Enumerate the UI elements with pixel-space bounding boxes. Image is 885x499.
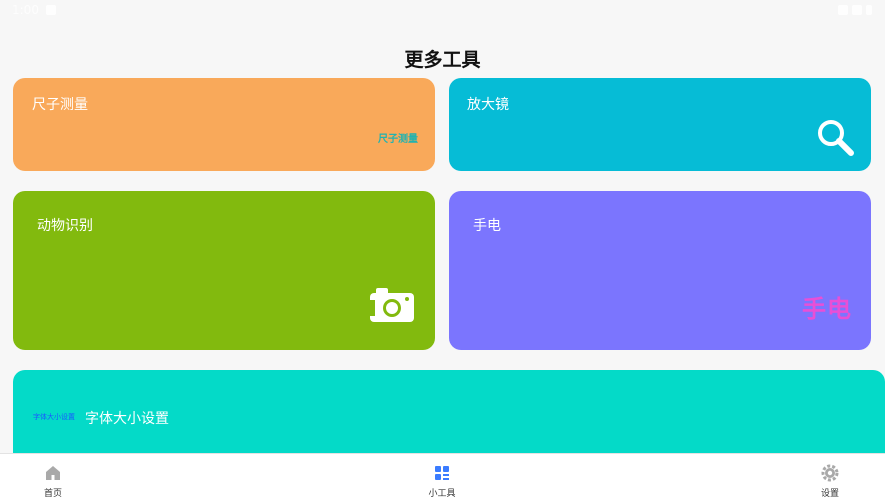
battery-icon xyxy=(866,5,872,15)
nav-label-home: 首页 xyxy=(43,489,62,499)
gear-icon xyxy=(821,464,839,482)
grid-icon xyxy=(435,466,449,480)
magnifier-tool-label: 放大镜 xyxy=(467,97,509,113)
status-time: 1:00 xyxy=(12,3,39,17)
wifi-icon xyxy=(838,5,848,15)
nav-item-home[interactable]: 首页 xyxy=(18,454,88,499)
notification-icon xyxy=(46,5,56,15)
ruler-tool-card[interactable]: 尺子测量 尺子测量 xyxy=(13,78,435,171)
font-size-badge: 字体大小设置 xyxy=(33,413,75,421)
nav-item-tools[interactable]: 小工具 xyxy=(407,454,477,499)
ruler-tool-label: 尺子测量 xyxy=(32,97,88,113)
animal-recognition-label: 动物识别 xyxy=(37,218,93,234)
ruler-badge: 尺子测量 xyxy=(378,134,418,145)
home-icon xyxy=(46,466,60,480)
nav-label-settings: 设置 xyxy=(820,489,839,499)
flashlight-tool-card[interactable]: 手电 手电 xyxy=(449,191,871,350)
signal-icon xyxy=(852,5,862,15)
magnifier-tool-card[interactable]: 放大镜 xyxy=(449,78,871,171)
flashlight-tool-label: 手电 xyxy=(473,218,501,234)
animal-recognition-card[interactable]: 动物识别 xyxy=(13,191,435,350)
camera-icon xyxy=(370,288,414,322)
page-title: 更多工具 xyxy=(404,49,481,71)
status-bar: 1:00 xyxy=(0,0,885,22)
font-size-settings-label: 字体大小设置 xyxy=(85,411,169,427)
bottom-navigation: 首页 小工具 设置 xyxy=(0,453,885,499)
flashlight-badge: 手电 xyxy=(802,295,852,323)
magnifier-icon xyxy=(818,120,854,156)
nav-label-tools: 小工具 xyxy=(428,489,456,499)
nav-item-settings[interactable]: 设置 xyxy=(795,454,865,499)
